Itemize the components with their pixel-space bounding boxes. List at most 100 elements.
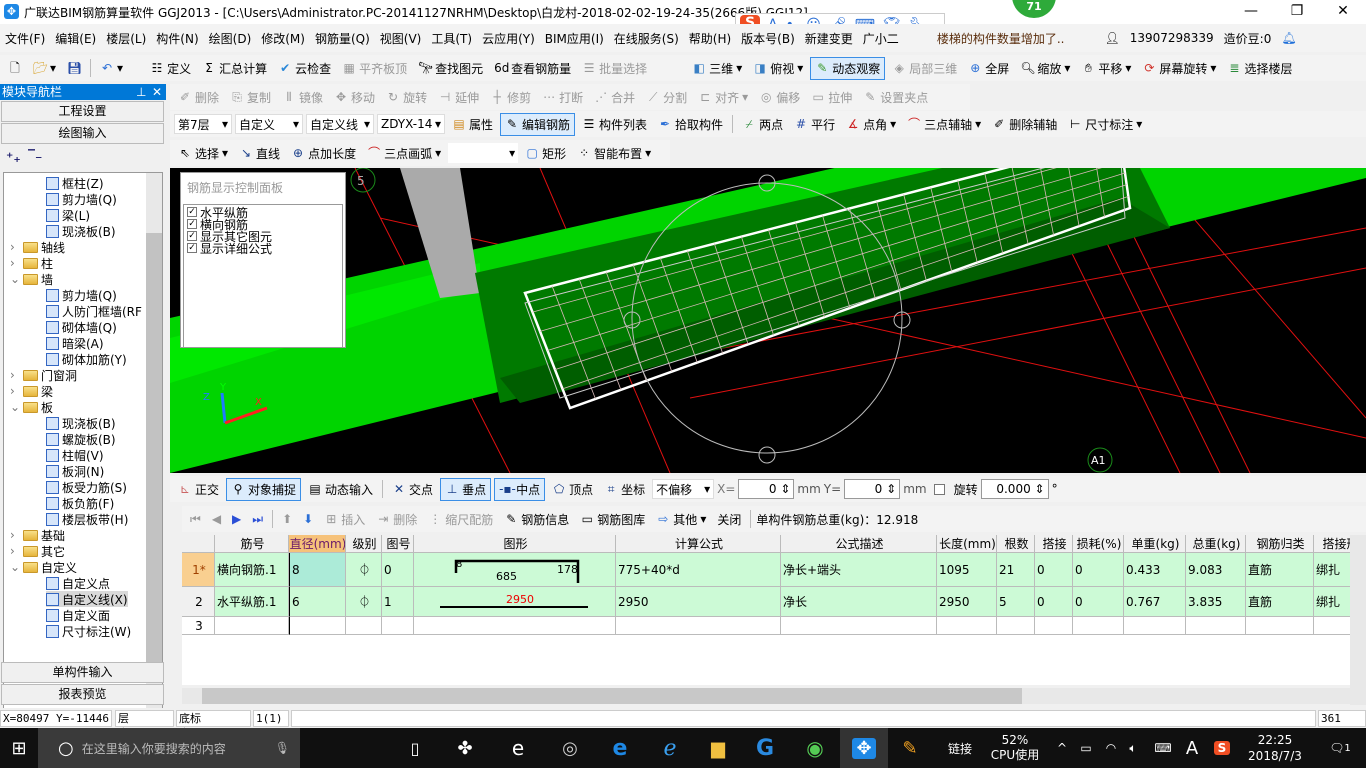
rotate-input[interactable]: 0.000 ⇕ [980,479,1049,499]
ggj-app-icon[interactable]: ✥ [840,728,888,768]
new-file-button[interactable]: 🗋 [4,59,26,77]
header-loss[interactable]: 损耗(%) [1073,535,1124,553]
move-down-button[interactable]: ⬇ [299,510,317,528]
x-input[interactable]: 0 ⇕ [738,479,795,499]
clock[interactable]: 22:25 2018/7/3 [1240,728,1310,768]
header-grade[interactable]: 级别 [346,535,382,553]
cell-total-weight[interactable] [1186,617,1246,635]
cell-category[interactable]: 直筋 [1246,553,1314,587]
move-up-button[interactable]: ⬆ [278,510,296,528]
dynamic-input-button[interactable]: ▤ 动态输入 [304,479,377,500]
tree-folder[interactable]: › 梁 [10,383,53,399]
cell-count[interactable]: 21 [997,553,1035,587]
close-button[interactable]: ✕ [1320,0,1366,24]
header-category[interactable]: 钢筋归类 [1246,535,1314,553]
menu-online[interactable]: 在线服务(S) [609,30,684,47]
tree-item[interactable]: 自定义线(X) [46,591,128,607]
type-select[interactable]: 自定义线 ▾ [306,114,374,134]
chevron-right-icon[interactable]: › [10,384,20,398]
cell-row-header[interactable]: 3 [182,617,215,635]
cell-row-header[interactable]: 1* [182,553,215,587]
chevron-down-icon[interactable]: ⌄ [10,272,20,286]
chevron-right-icon[interactable]: › [10,544,20,558]
y-input[interactable]: 0 ⇕ [844,479,901,499]
view-rebar-button[interactable]: 6d 查看钢筋量 [490,58,575,79]
first-record-button[interactable]: ⏮ [186,510,205,529]
fan-app-icon[interactable]: ✤ [445,728,485,768]
ie-gray-icon[interactable]: e [498,728,538,768]
cell-unit-weight[interactable] [1124,617,1186,635]
notification-badge[interactable]: 71 [1012,0,1056,18]
offset-button[interactable]: ◎ 偏移 [755,87,804,108]
close-table-button[interactable]: 关闭 [713,509,745,530]
expand-all-icon[interactable]: ⁺₊ [6,150,21,166]
checkbox[interactable]: ✓ [187,231,197,241]
ie-icon[interactable]: ℯ [650,728,690,768]
menu-draw[interactable]: 绘图(D) [204,30,257,47]
tree-folder[interactable]: › 轴线 [10,239,65,255]
3d-button[interactable]: ◧ 三维 ▾ [688,58,746,79]
ime-indicator[interactable]: A [1182,728,1202,768]
zoom-button[interactable]: 🔍︎ 缩放 ▾ [1016,58,1074,79]
green-app-icon[interactable]: ◉ [795,728,835,768]
rebar-library-button[interactable]: ▭ 钢筋图库 [576,509,649,530]
object-snap-button[interactable]: ⚲ 对象捕捉 [226,477,302,501]
set-grip-button[interactable]: ✎ 设置夹点 [859,87,932,108]
link-toolbar[interactable]: 链接 [940,728,980,768]
mic-icon[interactable]: 🎙︎ [275,741,290,755]
rotation-handle-bottom[interactable] [758,446,776,464]
cell-bar-name[interactable]: 水平纵筋.1 [215,587,289,617]
header-shape-no[interactable]: 图号 [382,535,414,553]
menu-tools[interactable]: 工具(T) [426,30,477,47]
menu-view[interactable]: 视图(V) [375,30,427,47]
rotate-button[interactable]: ↻ 旋转 [382,87,431,108]
touch-keyboard-icon[interactable]: ⌨ [1148,728,1178,768]
tree-folder[interactable]: › 门窗洞 [10,367,77,383]
tree-item[interactable]: 砌体加筋(Y) [46,351,127,367]
cell-lap[interactable]: 0 [1035,587,1073,617]
define-button[interactable]: ☷ 定义 [146,58,195,79]
tree-folder[interactable]: › 其它 [10,543,65,559]
cell-shape[interactable]: 8 685 178 [414,553,616,587]
arc-option-select[interactable]: ▾ [448,143,519,163]
menu-cloud[interactable]: 云应用(Y) [477,30,540,47]
pick-component-button[interactable]: ✒ 拾取构件 [654,114,727,135]
header-unit-weight[interactable]: 单重(kg) [1124,535,1186,553]
checkbox[interactable]: ✓ [187,207,197,217]
trim-button[interactable]: ┼ 修剪 [486,87,535,108]
component-list-button[interactable]: ☰ 构件列表 [578,114,651,135]
wifi-icon[interactable]: ◠ [1100,728,1122,768]
rotate-checkbox[interactable] [933,483,945,495]
delete-row-button[interactable]: ⇥ 删除 [372,509,421,530]
project-settings-button[interactable]: 工程设置 [1,101,164,122]
tree-item[interactable]: 剪力墙(Q) [46,287,117,303]
find-element-button[interactable]: 🔭︎ 查找图元 [414,58,487,79]
header-shape[interactable]: 图形 [414,535,616,553]
cell-length[interactable] [937,617,997,635]
rectangle-button[interactable]: ▢ 矩形 [521,143,570,164]
cell-shape-no[interactable]: 1 [382,587,414,617]
select-floor-button[interactable]: ≣ 选择楼层 [1223,58,1296,79]
tree-item[interactable]: 板洞(N) [46,463,104,479]
stretch-button[interactable]: ▭ 拉伸 [807,87,856,108]
action-center-icon[interactable]: 🗨︎ 1 [1320,728,1360,768]
cell-length[interactable]: 1095 [937,553,997,587]
ortho-button[interactable]: ⊾ 正交 [174,479,223,500]
intersection-button[interactable]: ✕ 交点 [388,479,437,500]
perpendicular-button[interactable]: ⊥ 垂点 [440,477,492,501]
mirror-button[interactable]: ⫴ 镜像 [278,87,327,108]
header-row-header[interactable] [182,535,215,553]
cell-shape[interactable]: 2950 [414,587,616,617]
cell-category[interactable]: 直筋 [1246,587,1314,617]
pin-icon[interactable]: ⊥ [136,84,146,100]
cell-diameter[interactable]: 6 [289,587,346,617]
menu-help[interactable]: 帮助(H) [684,30,736,47]
cell-loss[interactable] [1073,617,1124,635]
tree-item[interactable]: 现浇板(B) [46,415,116,431]
fullscreen-button[interactable]: ⊕ 全屏 [964,58,1013,79]
chevron-right-icon[interactable]: › [10,528,20,542]
prev-record-button[interactable]: ◀ [208,510,225,528]
tree-item[interactable]: 剪力墙(Q) [46,191,117,207]
three-point-axis-button[interactable]: ⌒ 三点辅轴 ▾ [903,114,985,135]
cell-formula[interactable]: 775+40*d [616,553,781,587]
